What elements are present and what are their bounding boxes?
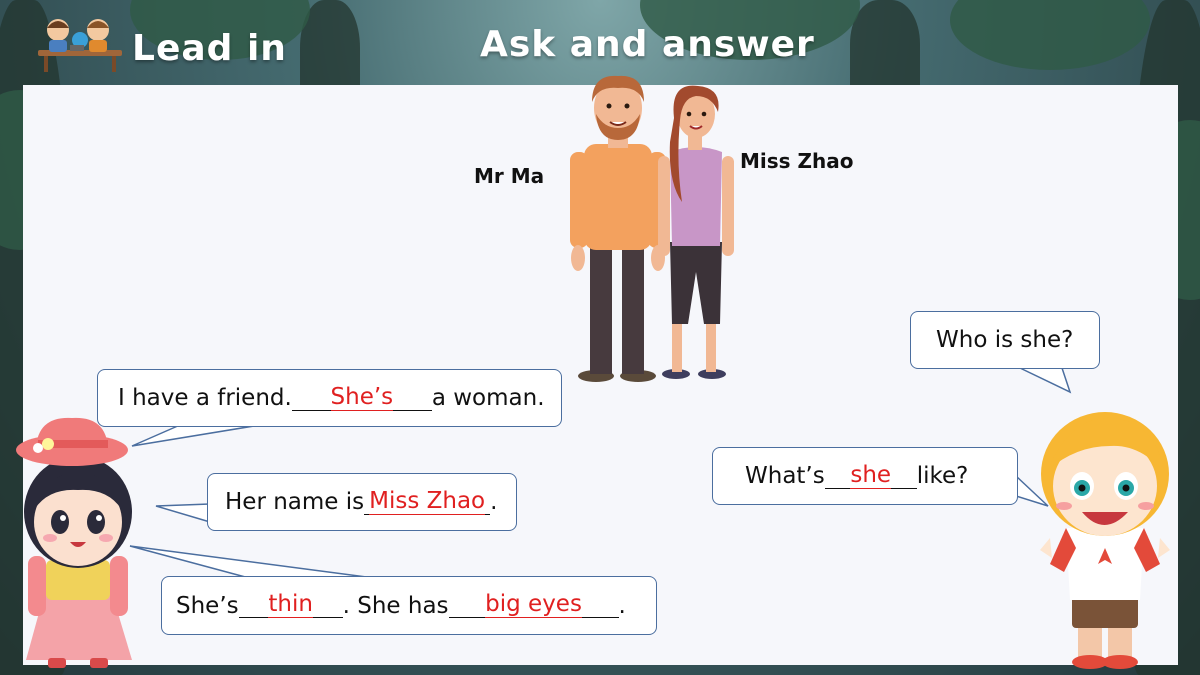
girl-speech-bubble-3: She’s thin . She has big eyes . (161, 576, 657, 635)
boy-speech-bubble-1: Who is she? (910, 311, 1100, 369)
bubble-text: a woman. (431, 385, 545, 411)
activity-title: Ask and answer (480, 24, 815, 65)
girl-character (16, 417, 132, 668)
mr-ma-figure (570, 75, 666, 382)
answer-blank: She’s (291, 383, 432, 411)
kids-studying-logo (38, 19, 122, 72)
section-title: Lead in (132, 28, 287, 69)
answer-text: she (850, 461, 892, 489)
bubble-text: She’s (176, 592, 239, 619)
answer-blank: Miss Zhao (364, 487, 491, 515)
answer-text: She’s (330, 383, 394, 411)
bubble-text: . She has (342, 592, 449, 619)
bubble-text: . (618, 592, 626, 619)
boy-character (1040, 412, 1170, 669)
answer-blank: thin (238, 591, 343, 618)
answer-text: thin (268, 591, 313, 618)
girl-speech-bubble-1: I have a friend. She’s a woman. (97, 369, 562, 427)
answer-blank: she (824, 461, 917, 489)
miss-zhao-label: Miss Zhao (740, 149, 854, 173)
answer-blank: big eyes (448, 591, 619, 618)
bubble-text: I have a friend. (118, 385, 292, 411)
mr-ma-label: Mr Ma (474, 164, 545, 188)
answer-text: Miss Zhao (369, 487, 486, 515)
answer-text: big eyes (485, 591, 582, 618)
bubble-text: . (490, 489, 498, 515)
bubble-text: like? (916, 463, 969, 489)
bubble-text: What’s (745, 463, 825, 489)
bubble-text: Who is she? (936, 327, 1074, 353)
bubble-text: Her name is (225, 489, 365, 515)
girl-speech-bubble-2: Her name is Miss Zhao . (207, 473, 517, 531)
miss-zhao-figure (658, 85, 734, 379)
boy-speech-bubble-2: What’s she like? (712, 447, 1018, 505)
